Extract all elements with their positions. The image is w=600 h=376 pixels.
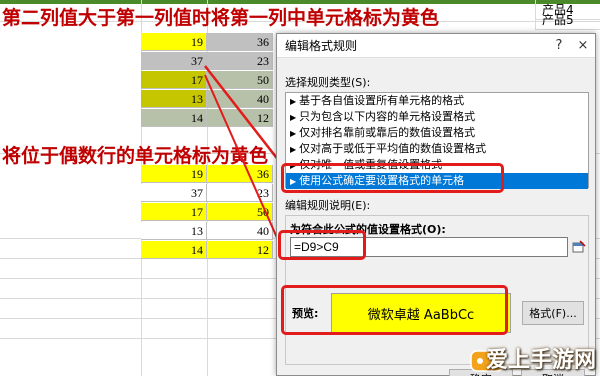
table-cell[interactable]: 50 [207, 203, 273, 221]
rule-type-label: 只为包含以下内容的单元格设置格式 [299, 110, 476, 123]
highlight-formula-box [278, 230, 366, 260]
dialog-titlebar: 编辑格式规则 ? × [277, 34, 595, 58]
range-selector-icon [572, 240, 586, 253]
rule-type-label: 仅对排名靠前或靠后的数值设置格式 [299, 126, 476, 139]
table-cell[interactable]: 36 [207, 33, 273, 51]
rule-type-item[interactable]: ▶ 基于各自值设置所有单元格的格式 [286, 93, 588, 109]
table-cell[interactable]: 13 [141, 90, 207, 108]
table-cell[interactable]: 17 [141, 71, 207, 89]
table-cell[interactable]: 14 [141, 241, 207, 259]
rule-type-item[interactable]: ▶ 只为包含以下内容的单元格设置格式 [286, 109, 588, 125]
heading-top: 第二列值大于第一列值时将第一列中单元格标为黄色 [2, 7, 440, 29]
table-cell[interactable]: 37 [141, 184, 207, 202]
watermark-text: 爱上手游网 [485, 348, 596, 373]
triangle-bullet-icon: ▶ [290, 97, 297, 106]
select-rule-type-label: 选择规则类型(S): [285, 76, 371, 89]
table-cell[interactable]: 19 [141, 165, 207, 183]
rule-type-label: 仅对高于或低于平均值的数值设置格式 [299, 142, 487, 155]
highlight-preview-box [281, 285, 508, 335]
table-cell[interactable]: 17 [141, 203, 207, 221]
table-cell[interactable]: 36 [207, 165, 273, 183]
triangle-bullet-icon: ▶ [290, 129, 297, 138]
table-cell[interactable]: 19 [141, 33, 207, 51]
table-cell[interactable]: 12 [207, 109, 273, 127]
table-cell[interactable]: 40 [207, 222, 273, 240]
help-button[interactable]: ? [547, 36, 571, 56]
table-cell[interactable]: 23 [207, 52, 273, 70]
format-button[interactable]: 格式(F)... [522, 301, 584, 325]
edit-rule-description-label: 编辑规则说明(E): [285, 199, 371, 212]
heading-middle: 将位于偶数行的单元格标为黄色 [2, 145, 269, 167]
table-cell[interactable]: 12 [207, 241, 273, 259]
right-cell-2[interactable]: 产品5 [535, 10, 600, 30]
triangle-bullet-icon: ▶ [290, 145, 297, 154]
table-cell[interactable]: 14 [141, 109, 207, 127]
table-cell[interactable]: 23 [207, 184, 273, 202]
rule-type-label: 基于各自值设置所有单元格的格式 [299, 94, 465, 107]
rule-type-item[interactable]: ▶ 仅对高于或低于平均值的数值设置格式 [286, 141, 588, 157]
rule-type-item[interactable]: ▶ 仅对排名靠前或靠后的数值设置格式 [286, 125, 588, 141]
table-cell[interactable]: 37 [141, 52, 207, 70]
table-cell[interactable]: 40 [207, 90, 273, 108]
table-cell[interactable]: 50 [207, 71, 273, 89]
table-cell[interactable]: 13 [141, 222, 207, 240]
range-selector-button[interactable] [571, 237, 587, 257]
close-button[interactable]: × [571, 36, 595, 56]
highlight-rule-type-box [281, 163, 504, 193]
triangle-bullet-icon: ▶ [290, 113, 297, 122]
dialog-title: 编辑格式规则 [285, 39, 358, 53]
